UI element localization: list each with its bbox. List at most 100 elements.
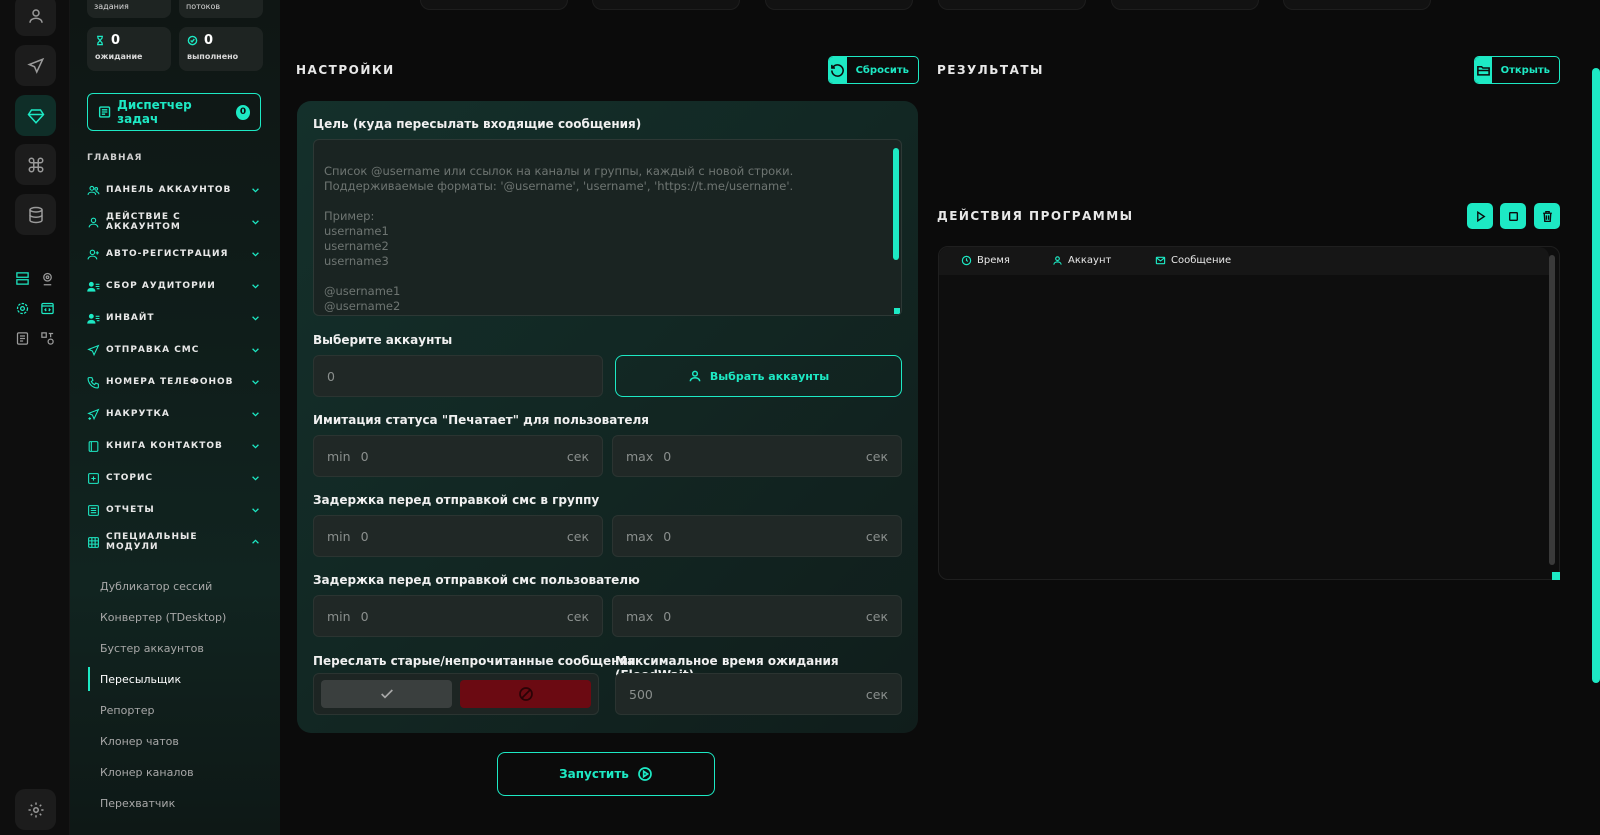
nav-label: СТОРИС <box>106 473 154 483</box>
top-tab[interactable] <box>938 0 1086 10</box>
log-header: Время Аккаунт Сообщение <box>939 247 1549 275</box>
sub-forwarder[interactable]: Пересыльщик <box>88 667 260 691</box>
top-tab[interactable] <box>420 0 568 10</box>
sub-account-booster[interactable]: Бустер аккаунтов <box>88 636 260 660</box>
resize-handle[interactable] <box>894 308 900 314</box>
sub-channel-cloner[interactable]: Клонер каналов <box>88 760 260 784</box>
log-scrollbar[interactable] <box>1549 255 1555 565</box>
phone-icon <box>87 376 99 388</box>
sub-chat-cloner[interactable]: Клонер чатов <box>88 729 260 753</box>
nav-stories[interactable]: СТОРИС <box>87 468 262 488</box>
task-dispatcher-button[interactable]: Диспетчер задач 0 <box>87 93 261 131</box>
waiting-count: 0 <box>111 33 121 48</box>
cog-icon[interactable] <box>14 300 30 316</box>
diamond-button[interactable] <box>15 95 56 136</box>
reset-button[interactable]: Сбросить <box>828 56 919 84</box>
typing-min-field[interactable]: min 0 сек <box>313 435 603 477</box>
col-time[interactable]: Время <box>961 255 1010 266</box>
send-button[interactable] <box>15 45 56 86</box>
command-button[interactable] <box>15 144 56 185</box>
accounts-count-field[interactable]: 0 <box>313 355 603 397</box>
nav-phone-numbers[interactable]: НОМЕРА ТЕЛЕФОНОВ <box>87 372 262 392</box>
stop-button[interactable] <box>1500 203 1526 229</box>
group-delay-max-field[interactable]: max 0 сек <box>612 515 902 557</box>
sub-reporter[interactable]: Репортер <box>88 698 260 722</box>
nav-invite[interactable]: ИНВАЙТ <box>87 308 262 328</box>
nav-boost[interactable]: НАКРУТКА <box>87 404 262 424</box>
nav-auto-registration[interactable]: АВТО-РЕГИСТРАЦИЯ <box>87 244 262 264</box>
check-circle-icon <box>187 35 198 46</box>
mail-icon <box>1155 256 1166 265</box>
done-count: 0 <box>204 33 214 48</box>
toggle-no[interactable] <box>460 680 591 708</box>
hourglass-icon <box>97 35 103 46</box>
nav-contact-book[interactable]: КНИГА КОНТАКТОВ <box>87 436 262 456</box>
nav-special-modules[interactable]: СПЕЦИАЛЬНЫЕ МОДУЛИ <box>87 532 262 552</box>
max-prefix: max <box>626 528 654 544</box>
send-icon <box>87 344 100 356</box>
group-delay-label: Задержка перед отправкой смс в группу <box>313 493 600 507</box>
toggle-yes[interactable] <box>321 680 452 708</box>
open-button[interactable]: Открыть <box>1474 56 1560 84</box>
col-message[interactable]: Сообщение <box>1155 255 1231 266</box>
chevron-down-icon <box>252 284 259 289</box>
floodwait-field[interactable]: 500 сек <box>615 673 902 715</box>
page-scrollbar[interactable] <box>1592 68 1600 683</box>
clear-log-button[interactable] <box>1534 203 1560 229</box>
table-icon <box>88 536 99 548</box>
select-accounts-button[interactable]: Выбрать аккаунты <box>615 355 902 397</box>
target-textarea[interactable]: Список @username или ссылок на каналы и … <box>313 139 902 316</box>
col-account[interactable]: Аккаунт <box>1052 255 1111 266</box>
typing-label: Имитация статуса "Печатает" для пользова… <box>313 413 649 427</box>
launch-button[interactable]: Запустить <box>497 752 715 796</box>
play-button[interactable] <box>1467 203 1493 229</box>
top-tab[interactable] <box>765 0 913 10</box>
settings-icon <box>28 802 43 817</box>
notes-icon[interactable] <box>14 330 30 346</box>
sidebar: задания потоков 0 ожидание 0 выполнено Д… <box>70 0 280 835</box>
settings-button[interactable] <box>15 789 56 830</box>
top-tab[interactable] <box>592 0 740 10</box>
done-stat: 0 выполнено <box>179 27 263 71</box>
nav-accounts-panel[interactable]: ПАНЕЛЬ АККАУНТОВ <box>87 180 262 200</box>
launch-label: Запустить <box>559 767 629 781</box>
webcam-icon[interactable] <box>39 270 55 286</box>
nav-label: ПАНЕЛЬ АККАУНТОВ <box>106 185 232 195</box>
sub-converter[interactable]: Конвертер (TDesktop) <box>88 605 260 629</box>
textarea-scrollbar[interactable] <box>893 148 899 260</box>
user-icon <box>28 8 43 23</box>
typing-max-field[interactable]: max 0 сек <box>612 435 902 477</box>
command-icon <box>28 157 43 172</box>
code-window-icon[interactable] <box>39 300 55 316</box>
top-tab[interactable] <box>1283 0 1431 10</box>
log-resize-handle[interactable] <box>1552 572 1560 580</box>
folder-open-icon <box>1476 65 1490 76</box>
diamond-icon <box>27 108 44 124</box>
user-delay-min-field[interactable]: min 0 сек <box>313 595 603 637</box>
play-icon <box>1476 210 1486 222</box>
group-delay-min-field[interactable]: min 0 сек <box>313 515 603 557</box>
select-accounts-label: Выбрать аккаунты <box>709 369 830 383</box>
typing-max-value: 0 <box>663 448 672 464</box>
play-circle-icon <box>638 767 652 781</box>
trash-icon <box>1542 210 1552 222</box>
open-label: Открыть <box>1500 64 1550 76</box>
user-delay-max-field[interactable]: max 0 сек <box>612 595 902 637</box>
shapes-icon[interactable] <box>39 330 55 346</box>
nav-reports[interactable]: ОТЧЕТЫ <box>87 500 262 520</box>
sub-session-duplicator[interactable]: Дубликатор сессий <box>88 574 260 598</box>
servers-icon[interactable] <box>14 270 30 286</box>
database-button[interactable] <box>15 194 56 235</box>
unit-suffix: сек <box>566 448 589 464</box>
top-tab[interactable] <box>1111 0 1259 10</box>
col-message-label: Сообщение <box>1171 255 1232 266</box>
nav-account-action[interactable]: ДЕЙСТВИЕ С АККАУНТОМ <box>87 212 262 232</box>
dispatcher-label: Диспетчер задач <box>117 98 192 126</box>
nav-audience-collect[interactable]: СБОР АУДИТОРИИ <box>87 276 262 296</box>
unit-suffix: сек <box>566 528 589 544</box>
sub-interceptor[interactable]: Перехватчик <box>88 791 260 815</box>
col-time-label: Время <box>977 255 1010 266</box>
profile-button[interactable] <box>15 0 56 36</box>
nav-label: ДЕЙСТВИЕ С АККАУНТОМ <box>106 212 181 232</box>
nav-send-sms[interactable]: ОТПРАВКА СМС <box>87 340 262 360</box>
